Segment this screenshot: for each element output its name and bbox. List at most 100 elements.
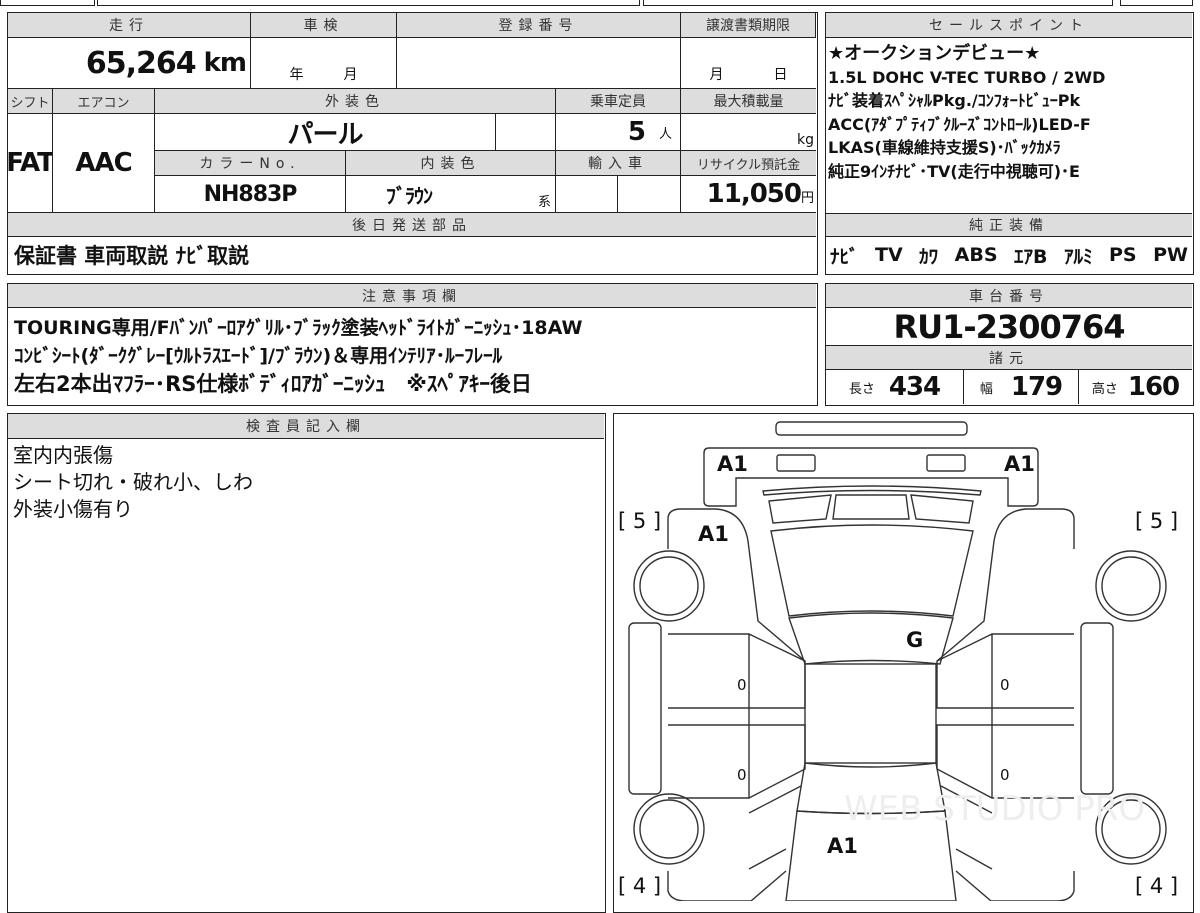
notes-header: 注意事項欄 [8, 284, 816, 308]
sales-line: ﾅﾋﾞ装着ｽﾍﾟｼｬﾙPkg./ｺﾝﾌｫｰﾄﾋﾞｭｰPk [828, 91, 1081, 110]
tire-fr: [ 5 ] [1135, 509, 1179, 533]
month-label: 月 [343, 67, 358, 83]
equipment-list: ﾅﾋﾞ TV ｶﾜ ABS ｴｱB ｱﾙﾐ PS PW [830, 237, 1188, 273]
mark-rear: A1 [827, 834, 858, 858]
inspector-line: 外装小傷有り [13, 497, 133, 521]
tire-rl: [ 4 ] [618, 874, 662, 898]
sales-lines: ★オークションデビュー★ 1.5L DOHC V-TEC TURBO / 2WD… [828, 42, 1190, 183]
notes-box: 注意事項欄 TOURING専用/Fﾊﾞﾝﾊﾟｰﾛｱｸﾞﾘﾙ･ﾌﾞﾗｯｸ塗装ﾍｯﾄ… [7, 283, 818, 406]
mark-roof: G [906, 628, 924, 652]
notes-lines: TOURING専用/Fﾊﾞﾝﾊﾟｰﾛｱｸﾞﾘﾙ･ﾌﾞﾗｯｸ塗装ﾍｯﾄﾞﾗｲﾄｶﾞ… [14, 314, 582, 398]
length-label: 長さ [848, 381, 875, 397]
ac-value: AAC [53, 114, 155, 213]
length-value: 434 [888, 372, 941, 402]
width-cell: 幅 179 [964, 370, 1079, 404]
year-label: 年 [289, 67, 304, 83]
chassis-box: 車台番号 RU1-2300764 諸元 長さ 434 幅 179 高さ 160 [825, 283, 1194, 406]
equipment-header: 純正装備 [826, 213, 1192, 237]
spec-header: 諸元 [826, 346, 1192, 370]
transfer-header: 譲渡書類期限 [681, 13, 816, 38]
registration-value [397, 38, 681, 89]
import-cell-2 [618, 176, 681, 213]
note-line: ｺﾝﾋﾞｼｰﾄ(ﾀﾞｰｸｸﾞﾚｰ[ｳﾙﾄﾗｽｴｰﾄﾞ]/ﾌﾞﾗｳﾝ)＆専用ｲﾝﾃ… [14, 345, 503, 367]
later-header: 後日発送部品 [8, 213, 816, 237]
inspector-line: シート切れ・破れ小、しわ [13, 470, 253, 494]
mileage-unit: km [203, 48, 247, 78]
sales-header: セールスポイント [826, 13, 1192, 38]
sales-line: ★オークションデビュー★ [828, 43, 1041, 64]
transfer-value: 月日 [681, 38, 816, 89]
exterior-value: パール [155, 114, 496, 151]
recycle-amount: 11,050 [706, 179, 802, 209]
interior-suffix: 系 [537, 195, 551, 210]
tire-rr: [ 4 ] [1135, 874, 1179, 898]
inspector-header: 検査員記入欄 [8, 414, 604, 439]
inspection-header: 車検 [251, 13, 397, 38]
capacity-unit: 人 [658, 126, 672, 142]
sales-line: 1.5L DOHC V-TEC TURBO / 2WD [828, 67, 1106, 87]
import-cell-1 [556, 176, 618, 213]
height-label: 高さ [1091, 381, 1118, 397]
interior-color: ﾌﾞﾗｳﾝ [386, 183, 433, 208]
recycle-value: 11,050 円 [681, 176, 816, 213]
mileage-number: 65,264 [85, 45, 197, 81]
mark-front-right: A1 [1004, 452, 1035, 476]
damage-marks: A1 A1 A1 G A1 0 0 0 0 [ 5 ] [ 5 ] [ 4 ] … [614, 414, 1193, 912]
recycle-unit: 円 [800, 191, 814, 206]
width-label: 幅 [979, 381, 993, 397]
equipment-item: ｶﾜ [919, 245, 939, 268]
exterior-extra [496, 114, 556, 151]
equipment-item: ﾅﾋﾞ [830, 245, 859, 268]
capacity-number: 5 [627, 117, 646, 147]
mark-door-fr: 0 [1000, 676, 1010, 694]
equipment-item: ｱﾙﾐ [1063, 245, 1093, 268]
colorno-header: カラーNo. [155, 151, 346, 176]
mark-door-fl: 0 [737, 676, 747, 694]
colorno-value: NH883P [155, 176, 346, 213]
sales-line: ACC(ｱﾀﾞﾌﾟﾃｨﾌﾞｸﾙｰｽﾞｺﾝﾄﾛｰﾙ)LED-F [828, 114, 1091, 134]
length-cell: 長さ 434 [826, 370, 964, 404]
note-line: 左右2本出ﾏﾌﾗｰ･RS仕様ﾎﾞﾃﾞｨﾛｱｶﾞｰﾆｯｼｭ ※ｽﾍﾟｱｷｰ後日 [14, 372, 532, 396]
chassis-number: RU1-2300764 [826, 308, 1192, 346]
equipment-item: ｴｱB [1014, 245, 1048, 268]
mark-door-rr: 0 [1000, 766, 1010, 784]
capacity-value: 5人 [556, 114, 681, 151]
chassis-header: 車台番号 [826, 284, 1192, 308]
equipment-item: ABS [954, 244, 998, 266]
day-label: 日 [773, 67, 788, 83]
mark-left-fender: A1 [698, 522, 729, 546]
ac-header: エアコン [53, 89, 155, 114]
mileage-value: 65,264 km [8, 38, 251, 89]
damage-diagram: WEB STUDIO PRO A1 A1 A1 G A1 0 0 0 0 [ 5… [613, 413, 1194, 913]
capacity-header: 乗車定員 [556, 89, 681, 114]
vehicle-info-table: 走行 車検 登録番号 譲渡書類期限 65,264 km 年月 月日 シフト エアコ… [7, 12, 818, 275]
import-header: 輸入車 [556, 151, 681, 176]
interior-value: ﾌﾞﾗｳﾝ 系 [346, 176, 556, 213]
interior-header: 内装色 [346, 151, 556, 176]
shift-header: シフト [8, 89, 53, 114]
sales-line: 純正9ｲﾝﾁﾅﾋﾞ･TV(走行中視聴可)･E [828, 161, 1080, 181]
width-value: 179 [1010, 372, 1063, 402]
inspector-box: 検査員記入欄 室内内張傷 シート切れ・破れ小、しわ 外装小傷有り [7, 413, 606, 913]
tire-fl: [ 5 ] [618, 509, 662, 533]
height-value: 160 [1127, 372, 1180, 402]
inspector-lines: 室内内張傷 シート切れ・破れ小、しわ 外装小傷有り [13, 442, 253, 523]
equipment-item: TV [875, 244, 903, 266]
note-line: TOURING専用/Fﾊﾞﾝﾊﾟｰﾛｱｸﾞﾘﾙ･ﾌﾞﾗｯｸ塗装ﾍｯﾄﾞﾗｲﾄｶﾞ… [14, 317, 583, 339]
mark-door-rl: 0 [737, 766, 747, 784]
equipment-item: PW [1153, 244, 1188, 266]
maxload-header: 最大積載量 [681, 89, 816, 114]
registration-header: 登録番号 [397, 13, 681, 38]
mileage-header: 走行 [8, 13, 251, 38]
inspection-value: 年月 [251, 38, 397, 89]
shift-value: FAT [8, 114, 53, 213]
month-label: 月 [709, 67, 724, 83]
sales-line: LKAS(車線維持支援S)･ﾊﾞｯｸｶﾒﾗ [828, 138, 1061, 157]
equipment-item: PS [1108, 244, 1137, 266]
later-value: 保証書 車両取説 ﾅﾋﾞ取説 [14, 244, 250, 268]
recycle-header: リサイクル預託金 [681, 151, 816, 176]
height-cell: 高さ 160 [1079, 370, 1192, 404]
inspector-line: 室内内張傷 [13, 443, 113, 467]
mark-front-left: A1 [717, 452, 748, 476]
maxload-value: kg [681, 114, 816, 151]
